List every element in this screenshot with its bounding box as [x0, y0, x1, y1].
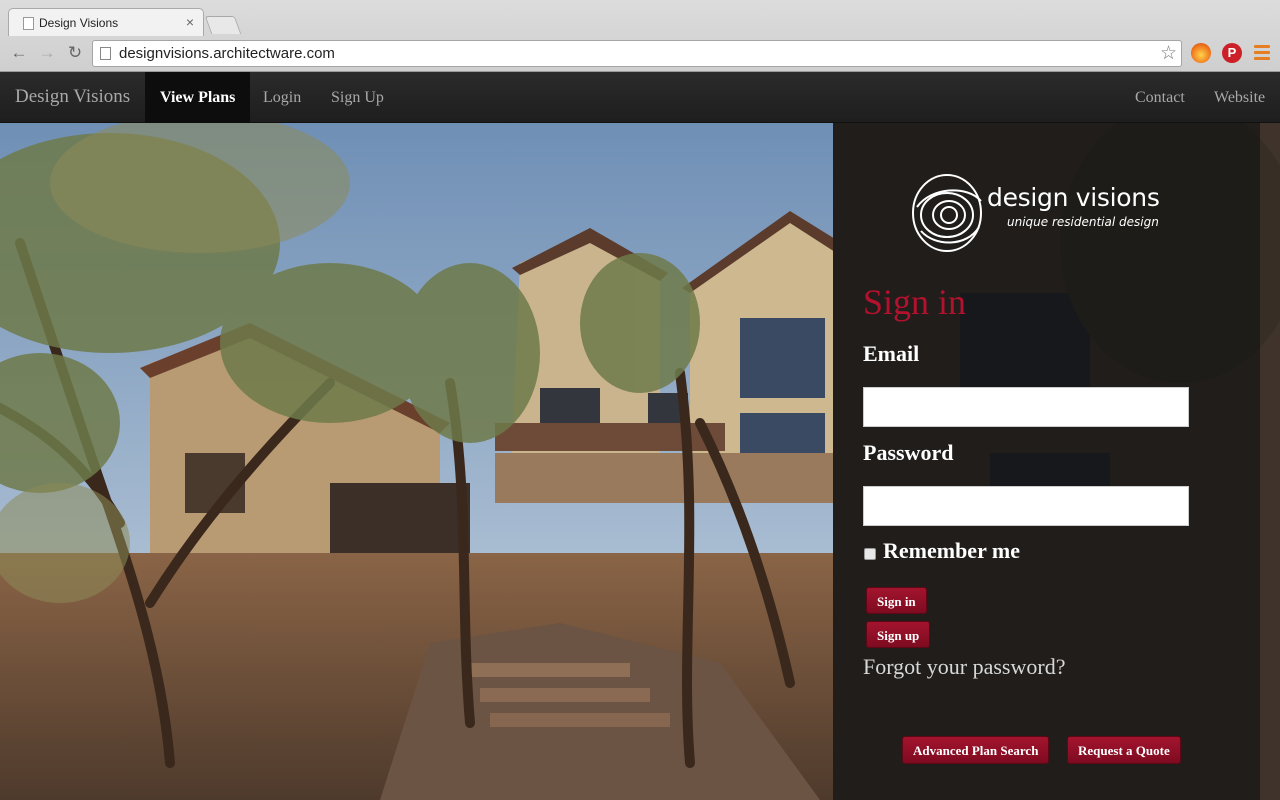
nav-sign-up[interactable]: Sign Up: [316, 72, 399, 123]
url-text[interactable]: designvisions.architectware.com: [119, 45, 335, 62]
forgot-password-link[interactable]: Forgot your password?: [863, 654, 1065, 680]
site-navbar: Design Visions View Plans Login Sign Up …: [0, 72, 1280, 123]
remember-checkbox[interactable]: [864, 548, 876, 560]
nav-contact[interactable]: Contact: [1120, 72, 1200, 123]
forward-arrow-icon[interactable]: →: [36, 42, 58, 64]
browser-chrome: Design Visions × ← → ↻ designvisions.arc…: [0, 0, 1280, 72]
tab-strip: Design Visions ×: [0, 0, 1280, 36]
advanced-plan-search-button[interactable]: Advanced Plan Search: [902, 736, 1050, 764]
eye-swirl-logo-icon: [912, 174, 982, 252]
hamburger-menu-icon[interactable]: [1254, 45, 1270, 61]
extension-flame-icon[interactable]: [1191, 43, 1211, 63]
tab-title: Design Visions: [39, 16, 119, 30]
password-field[interactable]: [863, 486, 1189, 526]
page-favicon-icon: [23, 17, 34, 30]
page-icon: [100, 47, 111, 60]
nav-website[interactable]: Website: [1199, 72, 1280, 123]
back-arrow-icon[interactable]: ←: [8, 42, 30, 64]
signin-title: Sign in: [863, 282, 967, 322]
tab-close-icon[interactable]: ×: [186, 14, 194, 30]
logo-tagline: unique residential design: [1007, 215, 1159, 229]
signup-button[interactable]: Sign up: [866, 621, 931, 648]
new-tab-button[interactable]: [204, 16, 242, 34]
password-label: Password: [863, 440, 954, 465]
design-visions-logo: design visions unique residential design: [911, 167, 1191, 263]
email-field[interactable]: [863, 387, 1189, 427]
signin-panel: design visions unique residential design…: [833, 123, 1260, 800]
bookmark-star-icon[interactable]: ☆: [1160, 42, 1177, 65]
signin-button[interactable]: Sign in: [866, 587, 927, 614]
remember-label[interactable]: Remember me: [883, 538, 1020, 564]
request-quote-button[interactable]: Request a Quote: [1067, 736, 1181, 764]
right-edge-strip: [1260, 123, 1280, 800]
address-bar[interactable]: designvisions.architectware.com ☆: [92, 40, 1182, 67]
browser-tab[interactable]: Design Visions ×: [8, 8, 204, 36]
nav-view-plans[interactable]: View Plans: [145, 72, 251, 123]
email-label: Email: [863, 341, 920, 366]
brand-link[interactable]: Design Visions: [15, 86, 130, 108]
reload-icon[interactable]: ↻: [64, 42, 86, 64]
logo-name: design visions: [987, 183, 1160, 212]
nav-login[interactable]: Login: [248, 72, 316, 123]
pinterest-icon[interactable]: P: [1222, 43, 1242, 63]
